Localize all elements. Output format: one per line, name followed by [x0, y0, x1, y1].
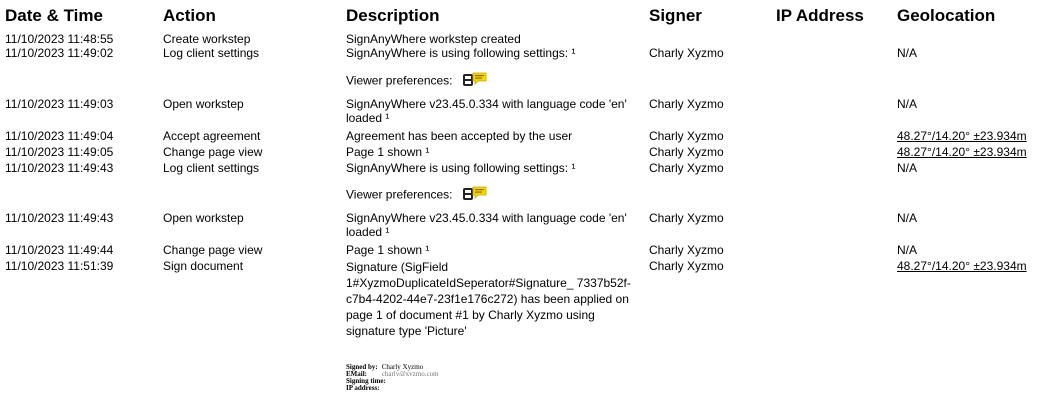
row-action: Accept agreement: [163, 129, 261, 143]
viewer-preferences-icon: [462, 72, 488, 91]
row-geolocation: N/A: [897, 243, 918, 257]
viewer-preferences-label: Viewer preferences:: [346, 73, 453, 88]
row-action: Open workstep: [163, 97, 244, 111]
row-geolocation: N/A: [897, 161, 918, 175]
header-signer: Signer: [649, 6, 702, 25]
row-action: Log client settings: [163, 46, 260, 60]
row-description: Signature (SigField 1#XyzmoDuplicateIdSe…: [346, 260, 631, 338]
row-geolocation-link[interactable]: 48.27°/14.20° ±23.934m: [897, 259, 1027, 273]
row-geolocation-link[interactable]: 48.27°/14.20° ±23.934m: [897, 145, 1027, 159]
row-signer: Charly Xyzmo: [649, 145, 724, 159]
viewer-preferences: Viewer preferences:: [346, 72, 488, 91]
signature-block: Signed by: Charly Xyzmo EMail: charly@xy…: [346, 364, 439, 392]
row-date: 11/10/2023 11:49:43: [5, 211, 114, 225]
header-ip-address: IP Address: [776, 6, 864, 25]
row-action: Sign document: [163, 259, 244, 273]
row-date: 11/10/2023 11:49:03: [5, 97, 114, 111]
row-geolocation-link[interactable]: 48.27°/14.20° ±23.934m: [897, 129, 1027, 143]
row-description: SignAnyWhere is using following settings…: [346, 161, 576, 175]
row-signer: Charly Xyzmo: [649, 211, 724, 225]
row-description: Agreement has been accepted by the user: [346, 129, 573, 143]
row-date: 11/10/2023 11:48:55: [5, 32, 114, 46]
ip-address-line: IP address:: [346, 385, 439, 392]
row-description: SignAnyWhere v23.45.0.334 with language …: [346, 211, 627, 239]
row-action: Change page view: [163, 243, 263, 257]
row-date: 11/10/2023 11:49:43: [5, 161, 114, 175]
row-geolocation: N/A: [897, 97, 918, 111]
header-date-time: Date & Time: [5, 6, 103, 25]
row-signer: Charly Xyzmo: [649, 46, 724, 60]
row-date: 11/10/2023 11:49:02: [5, 46, 114, 60]
row-signer: Charly Xyzmo: [649, 97, 724, 111]
signed-by-value: Charly Xyzmo: [381, 363, 424, 371]
viewer-preferences-label: Viewer preferences:: [346, 187, 453, 202]
row-description: SignAnyWhere workstep created: [346, 32, 521, 46]
row-action: Create workstep: [163, 32, 251, 46]
row-description: Page 1 shown ¹: [346, 243, 430, 257]
row-geolocation: N/A: [897, 211, 918, 225]
row-date: 11/10/2023 11:49:44: [5, 243, 114, 257]
viewer-preferences: Viewer preferences:: [346, 186, 488, 205]
row-signer: Charly Xyzmo: [649, 161, 724, 175]
header-description: Description: [346, 6, 440, 25]
row-description: SignAnyWhere v23.45.0.334 with language …: [346, 97, 627, 125]
row-signer: Charly Xyzmo: [649, 243, 724, 257]
row-signer: Charly Xyzmo: [649, 129, 724, 143]
row-date: 11/10/2023 11:49:04: [5, 129, 114, 143]
row-date: 11/10/2023 11:51:39: [5, 259, 114, 273]
ip-address-label: IP address:: [346, 384, 380, 392]
viewer-preferences-icon: [462, 186, 488, 205]
row-signer: Charly Xyzmo: [649, 259, 724, 273]
row-action: Open workstep: [163, 211, 244, 225]
header-action: Action: [163, 6, 216, 25]
row-description: SignAnyWhere is using following settings…: [346, 46, 576, 60]
row-date: 11/10/2023 11:49:05: [5, 145, 114, 159]
row-action: Log client settings: [163, 161, 260, 175]
row-description: Page 1 shown ¹: [346, 145, 430, 159]
header-geolocation: Geolocation: [897, 6, 996, 25]
row-action: Change page view: [163, 145, 263, 159]
row-geolocation: N/A: [897, 46, 918, 60]
email-value: charly@xyzmo.com: [381, 371, 439, 376]
